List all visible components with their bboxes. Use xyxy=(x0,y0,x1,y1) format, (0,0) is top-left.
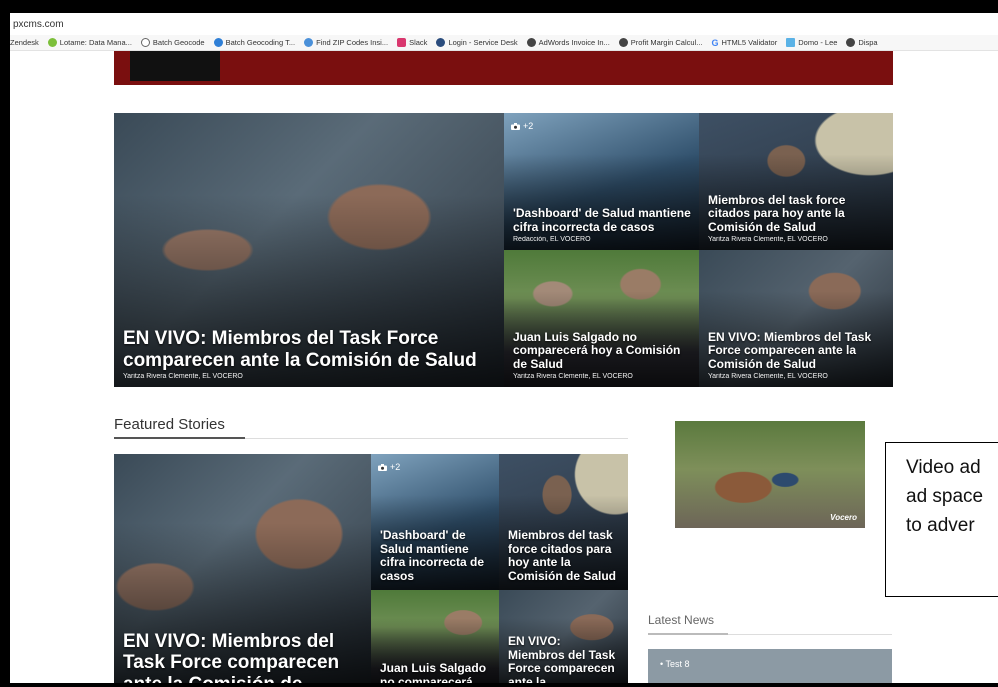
story-byline: Yaritza Rivera Clemente, EL VOCERO xyxy=(123,373,243,380)
story-byline: Redacción, EL VOCERO xyxy=(513,236,591,243)
top-story-tile-3[interactable]: Juan Luis Salgado no comparecerá hoy a C… xyxy=(504,250,699,387)
bookmark-slack[interactable]: Slack xyxy=(397,38,427,47)
latest-news-list: • Test 8 xyxy=(648,649,892,683)
browser-window: pxcms.com Zendesk Lotame: Data Mana... B… xyxy=(10,13,998,683)
latest-news-heading: Latest News xyxy=(648,613,715,627)
globe-icon xyxy=(618,38,628,47)
story-caption: EN VIVO: Miembros del Task Force compare… xyxy=(123,328,496,380)
story-headline[interactable]: EN VIVO: Miembros del Task Force compare… xyxy=(123,328,496,371)
camera-icon xyxy=(378,463,387,471)
story-caption: 'Dashboard' de Salud mantiene cifra inco… xyxy=(380,529,491,583)
story-caption: EN VIVO: Miembros del Task Force compare… xyxy=(508,635,620,683)
google-icon: G xyxy=(711,37,719,48)
featured-story-tile-4[interactable]: EN VIVO: Miembros del Task Force compare… xyxy=(499,590,628,683)
annotation-line: Video ad xyxy=(906,457,981,478)
top-story-tile-1[interactable]: +2 'Dashboard' de Salud mantiene cifra i… xyxy=(504,113,699,250)
section-divider-accent xyxy=(114,437,245,439)
annotation-callout: Video ad ad space to adver xyxy=(885,442,998,597)
annotation-line: to adver xyxy=(906,515,975,536)
site-header-banner xyxy=(114,51,893,85)
bookmark-adwords[interactable]: AdWords Invoice In... xyxy=(526,38,610,47)
globe-icon xyxy=(846,38,856,47)
story-headline[interactable]: Juan Luis Salgado no comparecerá xyxy=(380,661,491,683)
story-byline: Yaritza Rivera Clemente, EL VOCERO xyxy=(708,373,828,380)
bookmark-batch-geocode[interactable]: Batch Geocode xyxy=(140,38,205,47)
story-headline[interactable]: EN VIVO: Miembros del Task Force compare… xyxy=(708,330,885,371)
address-bar[interactable]: pxcms.com xyxy=(10,13,998,35)
bookmark-profit-margin[interactable]: Profit Margin Calcul... xyxy=(618,38,703,47)
story-byline: Yaritza Rivera Clemente, EL VOCERO xyxy=(708,236,828,243)
site-logo[interactable] xyxy=(130,51,220,81)
story-headline[interactable]: Juan Luis Salgado no comparecerá hoy a C… xyxy=(513,330,691,371)
url-text: pxcms.com xyxy=(13,19,64,30)
story-caption: 'Dashboard' de Salud mantiene cifra inco… xyxy=(513,206,691,243)
bookmark-service-desk[interactable]: Login - Service Desk xyxy=(436,38,518,47)
story-headline[interactable]: Miembros del task force citados para hoy… xyxy=(708,193,885,234)
bookmark-html5-validator[interactable]: G HTML5 Validator xyxy=(712,38,778,48)
featured-story-tile-3[interactable]: Juan Luis Salgado no comparecerá xyxy=(371,590,499,683)
photo-gallery-badge: +2 xyxy=(378,462,400,472)
story-caption: Juan Luis Salgado no comparecerá xyxy=(380,661,491,683)
lotame-icon xyxy=(47,38,57,47)
story-headline[interactable]: 'Dashboard' de Salud mantiene cifra inco… xyxy=(513,206,691,234)
photo-gallery-badge: +2 xyxy=(511,121,533,131)
bookmarks-bar: Zendesk Lotame: Data Mana... Batch Geoco… xyxy=(10,35,998,51)
service-desk-icon xyxy=(436,38,446,47)
video-brand-logo: Vocero xyxy=(830,513,857,522)
bookmark-domo[interactable]: Domo - Lee xyxy=(786,38,837,47)
video-thumbnail[interactable]: Vocero xyxy=(675,421,865,528)
globe-icon xyxy=(213,38,223,47)
photo-count: +2 xyxy=(390,462,401,472)
bookmark-find-zip[interactable]: Find ZIP Codes Insi... xyxy=(304,38,388,47)
featured-stories-heading: Featured Stories xyxy=(114,416,225,433)
top-story-tile-2[interactable]: Miembros del task force citados para hoy… xyxy=(699,113,893,250)
featured-story-tile-1[interactable]: +2 'Dashboard' de Salud mantiene cifra i… xyxy=(371,454,499,590)
bookmark-dispatch[interactable]: Dispa xyxy=(846,38,878,47)
slack-icon xyxy=(397,38,407,47)
photo-count: +2 xyxy=(523,121,534,131)
globe-icon xyxy=(526,38,536,47)
story-caption: EN VIVO: Miembros del Task Force compare… xyxy=(123,631,363,683)
latest-news-item[interactable]: • Test 8 xyxy=(660,659,690,669)
featured-story-tile-2[interactable]: Miembros del task force citados para hoy… xyxy=(499,454,628,590)
bookmark-batch-geocoding[interactable]: Batch Geocoding T... xyxy=(213,38,295,47)
story-caption: Juan Luis Salgado no comparecerá hoy a C… xyxy=(513,330,691,380)
featured-main-story[interactable]: EN VIVO: Miembros del Task Force compare… xyxy=(114,454,371,683)
story-caption: Miembros del task force citados para hoy… xyxy=(708,193,885,243)
globe-icon xyxy=(140,38,150,47)
story-headline[interactable]: 'Dashboard' de Salud mantiene cifra inco… xyxy=(380,529,491,583)
bookmark-lotame[interactable]: Lotame: Data Mana... xyxy=(47,38,132,47)
story-headline[interactable]: EN VIVO: Miembros del Task Force compare… xyxy=(508,635,620,683)
top-main-story[interactable]: EN VIVO: Miembros del Task Force compare… xyxy=(114,113,504,387)
top-story-tile-4[interactable]: EN VIVO: Miembros del Task Force compare… xyxy=(699,250,893,387)
domo-icon xyxy=(786,38,796,47)
story-caption: Miembros del task force citados para hoy… xyxy=(508,529,620,583)
annotation-line: ad space xyxy=(906,486,984,507)
story-caption: EN VIVO: Miembros del Task Force compare… xyxy=(708,330,885,380)
story-byline: Yaritza Rivera Clemente, EL VOCERO xyxy=(513,373,633,380)
latest-divider-accent xyxy=(648,633,728,635)
camera-icon xyxy=(511,122,520,130)
story-headline[interactable]: Miembros del task force citados para hoy… xyxy=(508,529,620,583)
bookmark-zendesk[interactable]: Zendesk xyxy=(10,38,39,47)
story-headline[interactable]: EN VIVO: Miembros del Task Force compare… xyxy=(123,631,363,683)
target-icon xyxy=(304,38,314,47)
